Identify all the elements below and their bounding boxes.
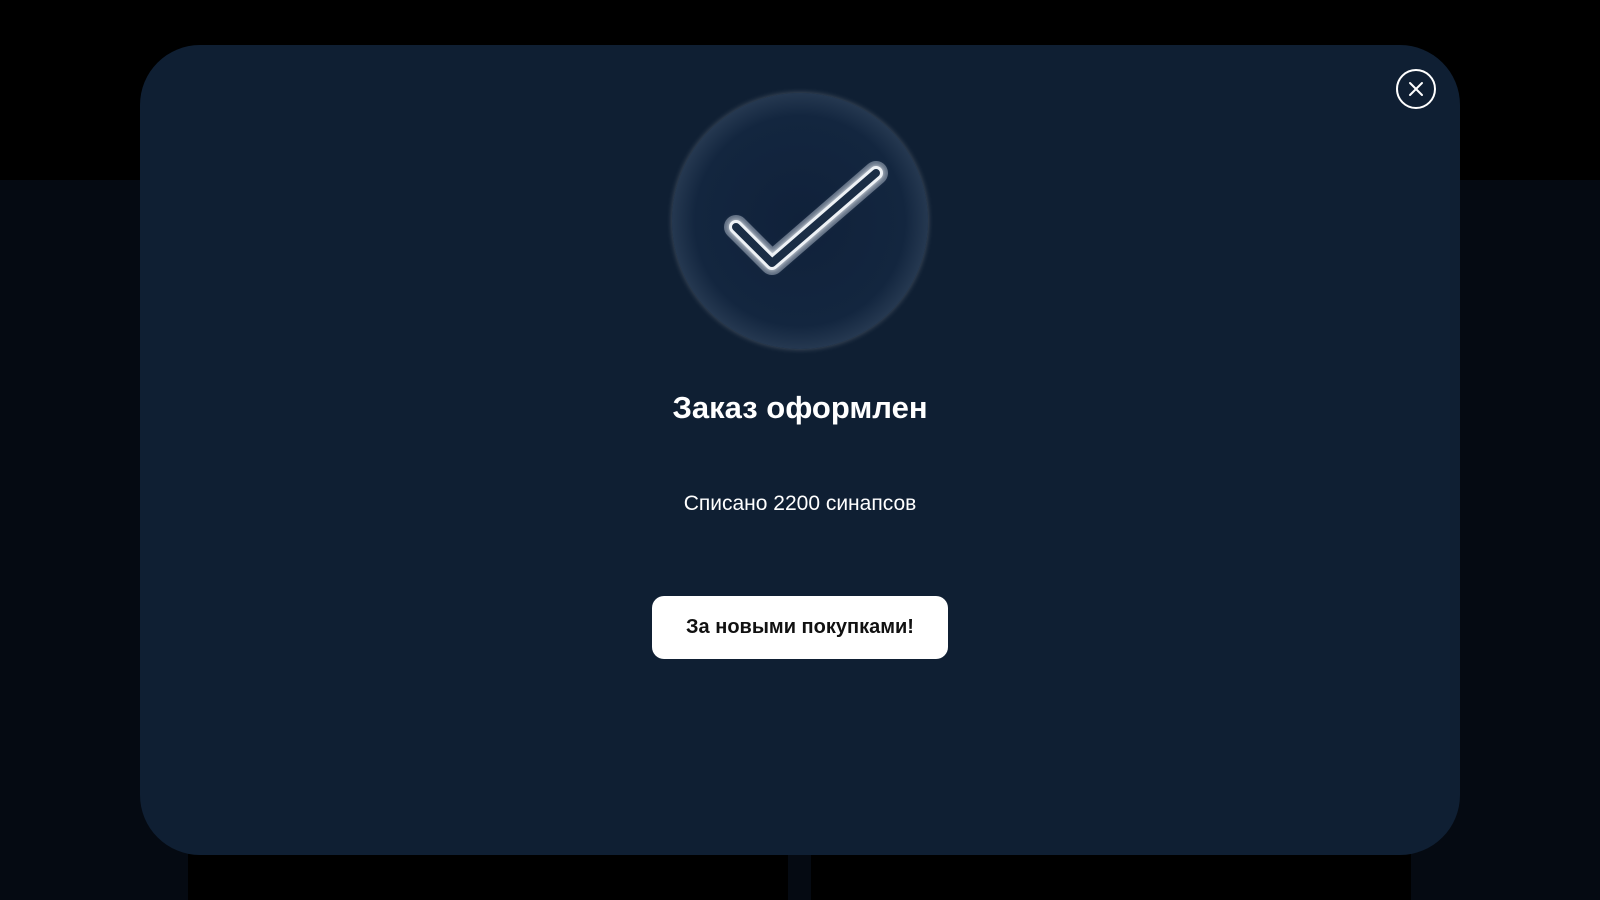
background-card <box>811 850 1411 900</box>
continue-shopping-button[interactable]: За новыми покупками! <box>652 596 948 659</box>
order-success-modal: Заказ оформлен Списано 2200 синапсов За … <box>140 45 1460 855</box>
close-button[interactable] <box>1396 69 1436 109</box>
continue-shopping-label: За новыми покупками! <box>686 616 914 638</box>
background-card <box>188 850 788 900</box>
close-icon <box>1409 82 1423 96</box>
charge-message: Списано 2200 синапсов <box>683 492 917 515</box>
success-badge <box>672 93 928 349</box>
checkmark-icon <box>724 161 888 275</box>
modal-title: Заказ оформлен <box>672 390 928 425</box>
